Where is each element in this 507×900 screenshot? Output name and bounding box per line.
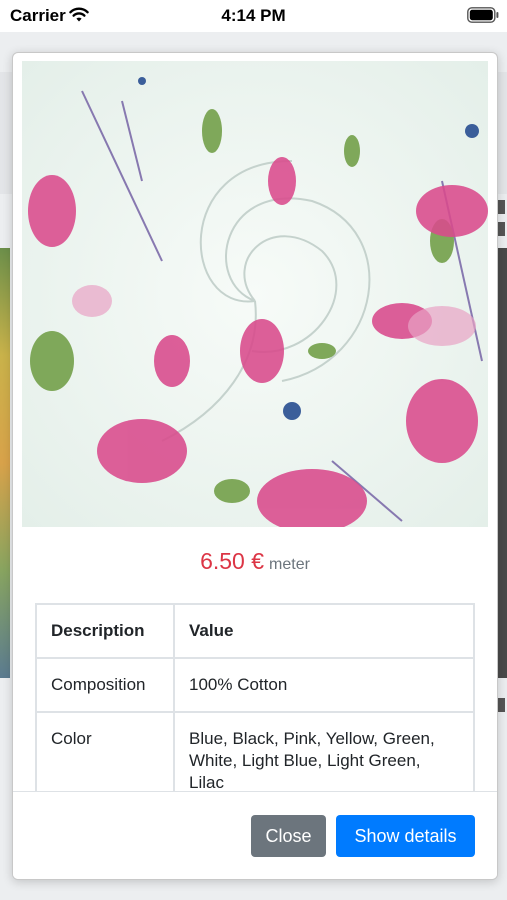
close-button[interactable]: Close (251, 815, 326, 857)
fabric-image (22, 61, 488, 527)
background-text-fragment (497, 698, 505, 712)
table-header-row: Description Value (35, 603, 475, 659)
modal-footer: Close Show details (13, 791, 497, 879)
table-header-value: Value (173, 603, 475, 659)
table-cell-value: 100% Cotton (173, 657, 475, 713)
background-product-image-left (0, 248, 10, 678)
battery-icon (467, 7, 499, 23)
show-details-button[interactable]: Show details (336, 815, 475, 857)
status-bar: Carrier 4:14 PM (0, 0, 507, 32)
clock: 4:14 PM (221, 6, 286, 25)
product-details-table: Description Value Composition 100% Cotto… (35, 603, 475, 811)
background-product-image-right (497, 248, 507, 678)
price-unit: meter (269, 556, 310, 573)
table-row: Composition 100% Cotton (35, 657, 475, 713)
table-cell-description: Composition (35, 657, 175, 713)
table-header-description: Description (35, 603, 175, 659)
background-text-fragment (497, 200, 505, 214)
price-value: 6.50 € (200, 548, 265, 574)
background-text-fragment (497, 222, 505, 236)
product-modal: 6.50 € meter Description Value Compositio… (12, 52, 498, 880)
price: 6.50 € meter (13, 548, 497, 575)
